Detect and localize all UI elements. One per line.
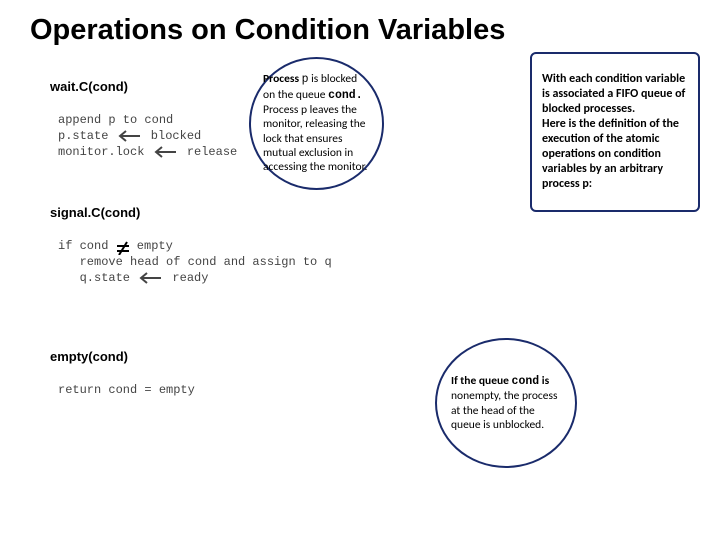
arrow-left-icon xyxy=(152,146,180,158)
waitc-line3b: release xyxy=(180,145,238,159)
callout-signal: If the queue cond is nonempty, the proce… xyxy=(435,338,577,468)
callout-text: is xyxy=(539,374,549,388)
callout-wait: Process p is blocked on the queue cond. … xyxy=(249,57,384,190)
callout-text: nonempty, the process at the head of the… xyxy=(451,389,557,432)
signalc-line3b: ready xyxy=(165,271,208,285)
signalc-line2: remove head of cond and assign to q xyxy=(58,255,332,269)
callout-code: p xyxy=(302,73,309,86)
arrow-left-icon xyxy=(116,130,144,142)
signalc-header: signal.C(cond) xyxy=(50,204,324,222)
empty-line1: return cond = empty xyxy=(58,383,195,397)
waitc-codeblock: wait.C(cond) append p to cond p.state bl… xyxy=(58,62,237,160)
signalc-line3a: q.state xyxy=(58,271,137,285)
callout-wait-text: Process p is blocked on the queue cond. … xyxy=(263,72,370,175)
empty-header: empty(cond) xyxy=(50,348,187,366)
callout-text: If the queue xyxy=(451,374,512,388)
callout-code: cond xyxy=(512,375,540,388)
waitc-line1: append p to cond xyxy=(58,113,173,127)
waitc-line2b: blocked xyxy=(144,129,202,143)
not-equal-icon xyxy=(116,241,130,255)
empty-codeblock: empty(cond) return cond = empty xyxy=(58,332,195,398)
callout-text: Process p leaves the monitor, releasing … xyxy=(263,103,367,175)
signalc-codeblock: signal.C(cond) if cond empty remove head… xyxy=(58,188,332,286)
waitc-line3a: monitor.lock xyxy=(58,145,152,159)
page-title: Operations on Condition Variables xyxy=(0,0,720,47)
arrow-left-icon xyxy=(137,272,165,284)
callout-code: cond. xyxy=(328,89,363,102)
callout-definition-text: With each condition variable is associat… xyxy=(542,72,688,192)
signalc-line1a: if cond xyxy=(58,239,116,253)
waitc-header: wait.C(cond) xyxy=(50,78,229,96)
callout-signal-text: If the queue cond is nonempty, the proce… xyxy=(451,374,561,433)
callout-text: Process xyxy=(263,72,302,86)
signalc-line1b: empty xyxy=(130,239,173,253)
waitc-line2a: p.state xyxy=(58,129,116,143)
callout-definition: With each condition variable is associat… xyxy=(530,52,700,212)
